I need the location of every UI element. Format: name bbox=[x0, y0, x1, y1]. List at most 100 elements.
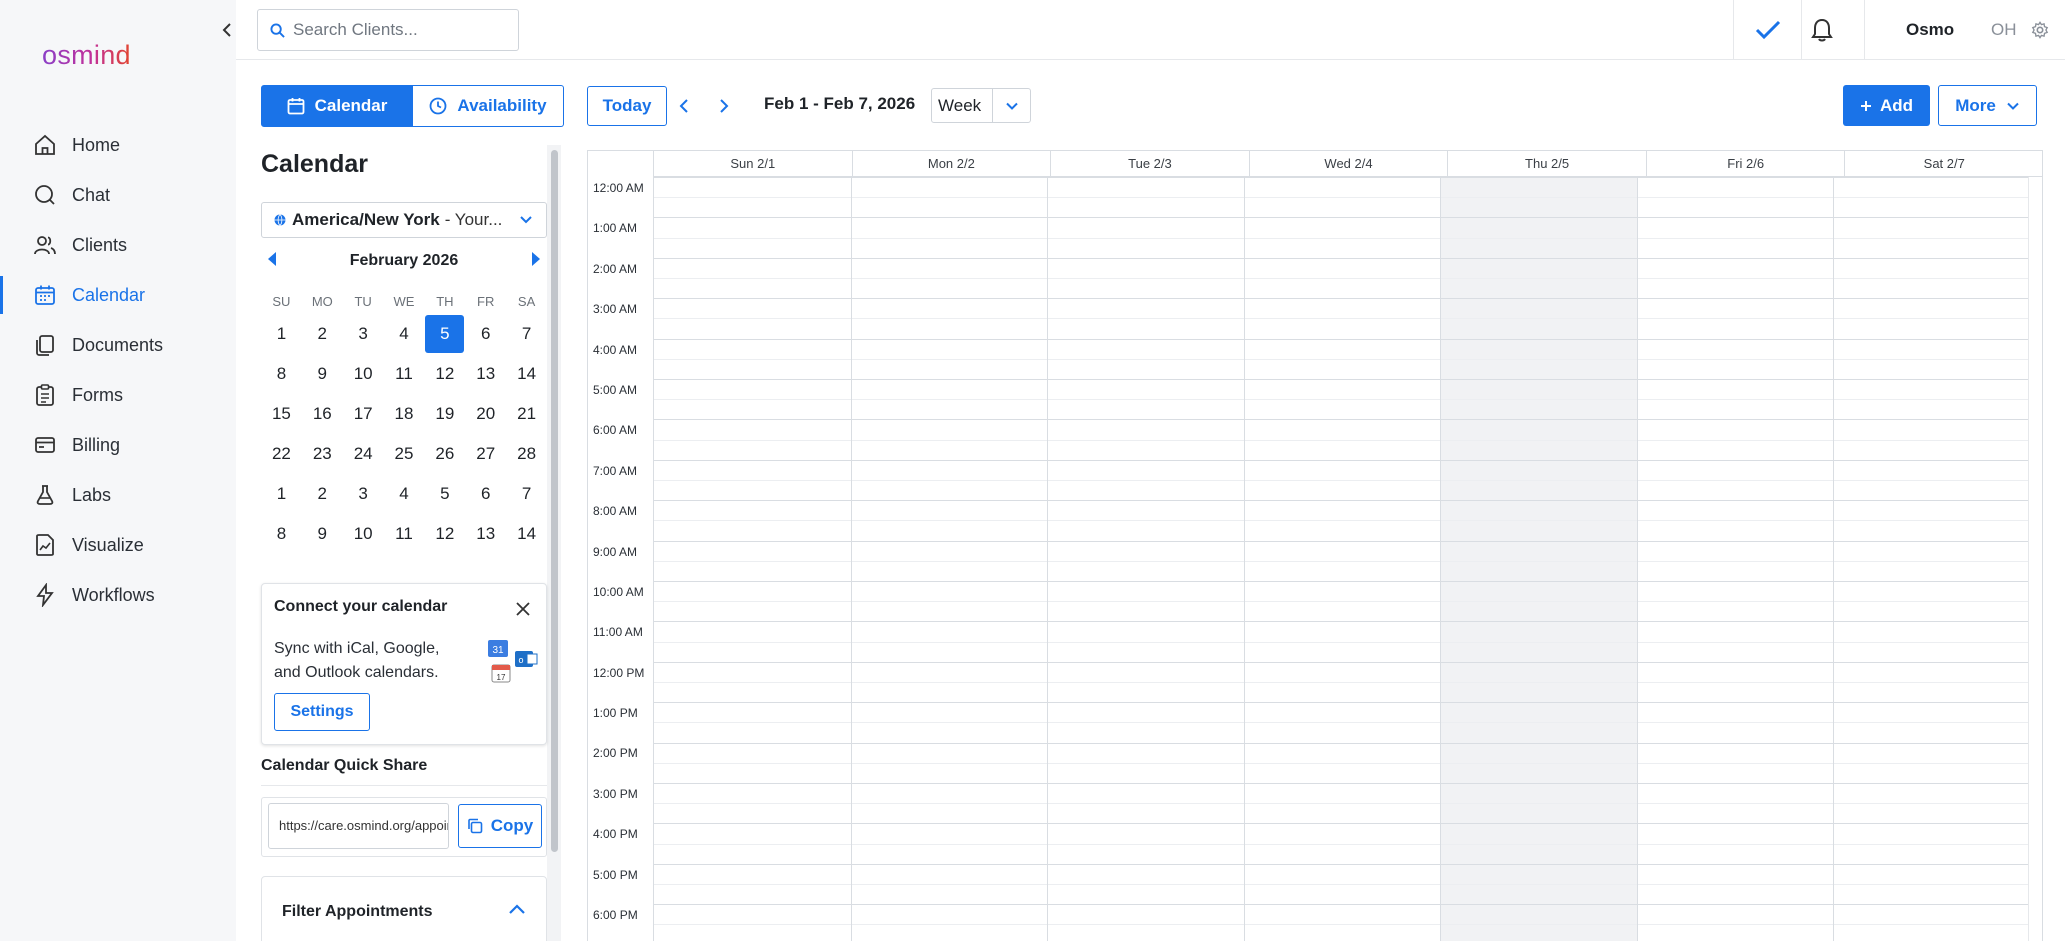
mini-calendar-day[interactable]: 15 bbox=[261, 395, 302, 433]
mini-calendar-day[interactable]: 22 bbox=[261, 435, 302, 473]
sidebar-item-label: Calendar bbox=[72, 284, 146, 305]
mini-calendar-day[interactable]: 16 bbox=[302, 395, 343, 433]
more-button[interactable]: More bbox=[1938, 85, 2037, 126]
mini-calendar-day[interactable]: 6 bbox=[465, 475, 506, 513]
mini-calendar-day[interactable]: 8 bbox=[261, 355, 302, 393]
mini-calendar-day[interactable]: 6 bbox=[465, 315, 506, 353]
mini-calendar-day[interactable]: 18 bbox=[384, 395, 425, 433]
mini-calendar-day[interactable]: 11 bbox=[384, 355, 425, 393]
sidebar-item-documents[interactable]: Documents bbox=[0, 320, 236, 370]
mini-calendar-day[interactable]: 17 bbox=[343, 395, 384, 433]
close-card-button[interactable] bbox=[516, 602, 530, 621]
mini-calendar-day[interactable]: 21 bbox=[506, 395, 547, 433]
mini-calendar-day[interactable]: 5 bbox=[424, 475, 465, 513]
panel-scrollbar-thumb[interactable] bbox=[551, 150, 558, 852]
mini-calendar-selected-day[interactable]: 5 bbox=[425, 315, 465, 353]
calendar-grid-body[interactable] bbox=[653, 177, 2029, 941]
sidebar-item-billing[interactable]: Billing bbox=[0, 420, 236, 470]
view-mode-select[interactable]: Week bbox=[931, 88, 1031, 123]
day-header[interactable]: Fri 2/6 bbox=[1645, 151, 1845, 176]
mini-calendar-day[interactable]: 4 bbox=[384, 315, 425, 353]
mini-calendar-day[interactable]: 26 bbox=[424, 435, 465, 473]
sidebar-item-chat[interactable]: Chat bbox=[0, 170, 236, 220]
mini-calendar-day[interactable]: 1 bbox=[261, 475, 302, 513]
user-initials-avatar[interactable]: OH bbox=[1991, 20, 2017, 40]
day-header[interactable]: Mon 2/2 bbox=[851, 151, 1051, 176]
day-header[interactable]: Tue 2/3 bbox=[1050, 151, 1249, 176]
calendar-icon bbox=[32, 282, 58, 308]
mini-calendar-day[interactable]: 20 bbox=[465, 395, 506, 433]
mini-calendar-day[interactable]: 3 bbox=[343, 315, 384, 353]
calendar-view-button[interactable]: Calendar bbox=[261, 85, 413, 127]
quick-share-url-field[interactable]: https://care.osmind.org/appointments bbox=[268, 803, 449, 849]
mini-calendar-day[interactable]: 7 bbox=[506, 315, 547, 353]
sidebar-item-home[interactable]: Home bbox=[0, 120, 236, 170]
mini-calendar-day[interactable]: 23 bbox=[302, 435, 343, 473]
ical-badge: 17 bbox=[497, 673, 506, 682]
mini-calendar-day[interactable]: 7 bbox=[506, 475, 547, 513]
day-header[interactable]: Sat 2/7 bbox=[1844, 151, 2042, 176]
sidebar-item-forms[interactable]: Forms bbox=[0, 370, 236, 420]
next-month-icon[interactable] bbox=[531, 251, 541, 267]
mini-calendar-day[interactable]: 25 bbox=[384, 435, 425, 473]
mini-calendar-day[interactable]: 13 bbox=[465, 355, 506, 393]
mini-calendar-day[interactable]: 28 bbox=[506, 435, 547, 473]
collapse-sidebar-button[interactable] bbox=[218, 18, 236, 42]
weekday-label: WE bbox=[393, 294, 415, 309]
add-button[interactable]: Add bbox=[1843, 85, 1930, 126]
mini-calendar-day[interactable]: 14 bbox=[506, 355, 547, 393]
time-label: 11:00 AM bbox=[593, 625, 643, 640]
mini-calendar-week: 15 16 17 18 19 20 21 bbox=[261, 394, 547, 434]
tasks-button[interactable] bbox=[1752, 14, 1784, 46]
chevron-up-icon[interactable] bbox=[508, 901, 526, 919]
sidebar-item-clients[interactable]: Clients bbox=[0, 220, 236, 270]
calendar-scrollbar[interactable] bbox=[2028, 177, 2042, 941]
settings-button[interactable] bbox=[2024, 14, 2056, 46]
mini-calendar-day[interactable]: 2 bbox=[302, 475, 343, 513]
timezone-select[interactable]: America/New York - Your... bbox=[261, 202, 547, 238]
time-label: 4:00 PM bbox=[593, 827, 638, 842]
sidebar-item-workflows[interactable]: Workflows bbox=[0, 570, 236, 620]
mini-calendar-day[interactable]: 27 bbox=[465, 435, 506, 473]
availability-view-button[interactable]: Availability bbox=[413, 85, 564, 127]
day-header[interactable]: Thu 2/5 bbox=[1447, 151, 1646, 176]
mini-calendar-day[interactable]: 19 bbox=[424, 395, 465, 433]
connect-card-title: Connect your calendar bbox=[274, 598, 448, 615]
settings-button[interactable]: Settings bbox=[274, 693, 370, 731]
mini-calendar-day[interactable]: 2 bbox=[302, 315, 343, 353]
user-name[interactable]: Osmo bbox=[1906, 20, 1954, 40]
mini-calendar-day[interactable]: 4 bbox=[384, 475, 425, 513]
sidebar-item-labs[interactable]: Labs bbox=[0, 470, 236, 520]
today-button[interactable]: Today bbox=[587, 86, 667, 126]
sidebar-nav: Home Chat Clients Calendar Documents Forms Bil… bbox=[0, 120, 236, 620]
mini-calendar-day[interactable]: 13 bbox=[465, 515, 506, 553]
mini-calendar-day[interactable]: 10 bbox=[343, 355, 384, 393]
day-header[interactable]: Wed 2/4 bbox=[1248, 151, 1448, 176]
mini-calendar-day[interactable]: 8 bbox=[261, 515, 302, 553]
time-label: 10:00 AM bbox=[593, 584, 644, 599]
checkmark-icon bbox=[1755, 20, 1781, 40]
copy-link-button[interactable]: Copy bbox=[458, 804, 542, 848]
mini-calendar-day[interactable]: 11 bbox=[384, 515, 425, 553]
previous-week-button[interactable] bbox=[672, 94, 696, 118]
next-week-button[interactable] bbox=[712, 94, 736, 118]
sidebar-item-calendar[interactable]: Calendar bbox=[0, 270, 236, 320]
mini-calendar-day[interactable]: 3 bbox=[343, 475, 384, 513]
mini-calendar-day[interactable]: 9 bbox=[302, 355, 343, 393]
mini-calendar-day[interactable]: 12 bbox=[424, 515, 465, 553]
mini-calendar-week: 1234567 bbox=[261, 314, 547, 354]
day-header[interactable]: Sun 2/1 bbox=[653, 151, 852, 176]
search-input[interactable] bbox=[293, 20, 513, 40]
mini-calendar-day[interactable]: 1 bbox=[261, 315, 302, 353]
notifications-button[interactable] bbox=[1806, 14, 1838, 46]
search-clients-box[interactable] bbox=[257, 9, 519, 51]
mini-calendar-day[interactable]: 14 bbox=[506, 515, 547, 553]
sidebar-item-visualize[interactable]: Visualize bbox=[0, 520, 236, 570]
view-mode-chevron[interactable] bbox=[992, 89, 1030, 122]
osmind-logo[interactable]: osmind bbox=[42, 40, 131, 71]
mini-calendar-day[interactable]: 12 bbox=[424, 355, 465, 393]
mini-calendar-day[interactable]: 9 bbox=[302, 515, 343, 553]
mini-calendar-day[interactable]: 24 bbox=[343, 435, 384, 473]
time-label: 6:00 PM bbox=[593, 908, 638, 923]
mini-calendar-day[interactable]: 10 bbox=[343, 515, 384, 553]
